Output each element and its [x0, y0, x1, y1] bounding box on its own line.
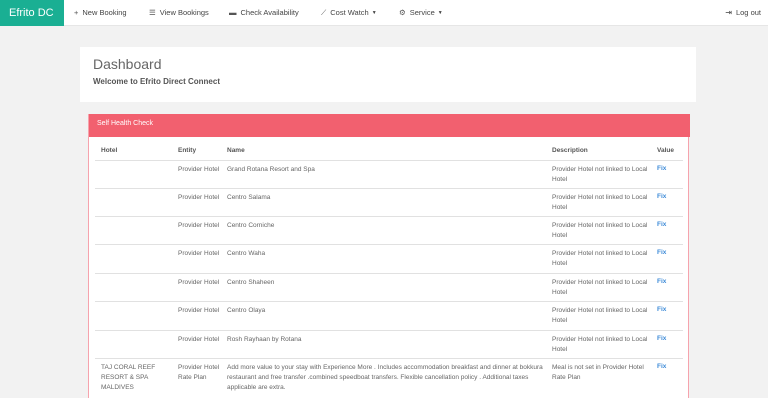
col-header-description: Description — [552, 147, 588, 154]
cell-description: Provider Hotel not linked to Local Hotel — [552, 194, 648, 211]
row-divider — [95, 244, 683, 245]
cell-description: Provider Hotel not linked to Local Hotel — [552, 336, 648, 353]
nav-check-availability-label: Check Availability — [240, 8, 299, 17]
top-navbar: Efrito DC + New Booking ☰ View Bookings ▬ C… — [0, 0, 768, 26]
dashboard-card: Dashboard Welcome to Efrito Direct Conne… — [80, 47, 696, 102]
fix-link[interactable]: Fix — [657, 278, 666, 285]
gear-icon: ⚙ — [399, 8, 406, 17]
cell-name: Centro Salama — [227, 194, 271, 201]
nav-new-booking[interactable]: + New Booking — [74, 0, 127, 26]
cell-description: Provider Hotel not linked to Local Hotel — [552, 222, 648, 239]
welcome-text: Welcome to Efrito Direct Connect — [93, 77, 220, 86]
row-divider — [95, 273, 683, 274]
panel-title: Self Health Check — [89, 114, 690, 137]
nav-service-label: Service — [409, 8, 435, 17]
cell-name: Centro Olaya — [227, 307, 266, 314]
nav-view-bookings[interactable]: ☰ View Bookings — [149, 0, 209, 26]
cell-name: Rosh Rayhaan by Rotana — [227, 336, 302, 343]
nav-view-bookings-label: View Bookings — [159, 8, 209, 17]
caret-down-icon: ▼ — [371, 10, 377, 16]
logout-label: Log out — [735, 8, 761, 17]
line-chart-icon: ⟋ — [321, 8, 327, 17]
fix-link[interactable]: Fix — [657, 363, 666, 370]
nav-new-booking-label: New Booking — [82, 8, 127, 17]
cell-entity: Provider Hotel — [178, 279, 220, 286]
row-divider — [95, 188, 683, 189]
cell-entity: Provider Hotel — [178, 307, 220, 314]
cell-entity: Provider Hotel — [178, 250, 220, 257]
row-divider — [95, 330, 683, 331]
cell-name: Grand Rotana Resort and Spa — [227, 166, 315, 173]
cell-description: Provider Hotel not linked to Local Hotel — [552, 166, 648, 183]
row-divider — [95, 358, 683, 359]
nav-check-availability[interactable]: ▬ Check Availability — [229, 0, 299, 26]
row-divider — [95, 301, 683, 302]
fix-link[interactable]: Fix — [657, 335, 666, 342]
cell-name: Centro Corniche — [227, 222, 275, 229]
cell-description: Provider Hotel not linked to Local Hotel — [552, 250, 648, 267]
list-icon: ☰ — [149, 8, 156, 17]
fix-link[interactable]: Fix — [657, 221, 666, 228]
col-header-value: Value — [657, 147, 674, 154]
fix-link[interactable]: Fix — [657, 193, 666, 200]
nav-cost-watch[interactable]: ⟋ Cost Watch ▼ — [321, 0, 377, 26]
cell-entity: Provider Hotel — [178, 222, 220, 229]
caret-down-icon: ▼ — [437, 10, 443, 16]
cell-name: Centro Shaheen — [227, 279, 275, 286]
cell-entity: Provider Hotel Rate Plan — [178, 364, 220, 381]
col-header-name: Name — [227, 147, 245, 154]
logout-link[interactable]: ⇥ Log out — [725, 0, 761, 26]
cell-description: Provider Hotel not linked to Local Hotel — [552, 279, 648, 296]
cell-entity: Provider Hotel — [178, 336, 220, 343]
fix-link[interactable]: Fix — [657, 165, 666, 172]
fix-link[interactable]: Fix — [657, 249, 666, 256]
brand-logo[interactable]: Efrito DC — [0, 0, 64, 26]
sign-out-icon: ⇥ — [725, 8, 732, 17]
page-title: Dashboard — [93, 56, 162, 72]
nav-service[interactable]: ⚙ Service ▼ — [399, 0, 443, 26]
cell-hotel: TAJ CORAL REEF RESORT & SPA MALDIVES — [101, 364, 156, 391]
cell-name: Add more value to your stay with Experie… — [227, 364, 543, 391]
cell-name: Centro Waha — [227, 250, 266, 257]
cell-description: Meal is not set in Provider Hotel Rate P… — [552, 364, 644, 381]
row-divider — [95, 216, 683, 217]
nav-cost-watch-label: Cost Watch — [330, 8, 369, 17]
cell-entity: Provider Hotel — [178, 194, 220, 201]
fix-link[interactable]: Fix — [657, 306, 666, 313]
col-header-hotel: Hotel — [101, 147, 118, 154]
row-divider — [95, 160, 683, 161]
bed-icon: ▬ — [229, 8, 237, 17]
cell-entity: Provider Hotel — [178, 166, 220, 173]
plus-icon: + — [74, 8, 79, 17]
col-header-entity: Entity — [178, 147, 197, 154]
cell-description: Provider Hotel not linked to Local Hotel — [552, 307, 648, 324]
